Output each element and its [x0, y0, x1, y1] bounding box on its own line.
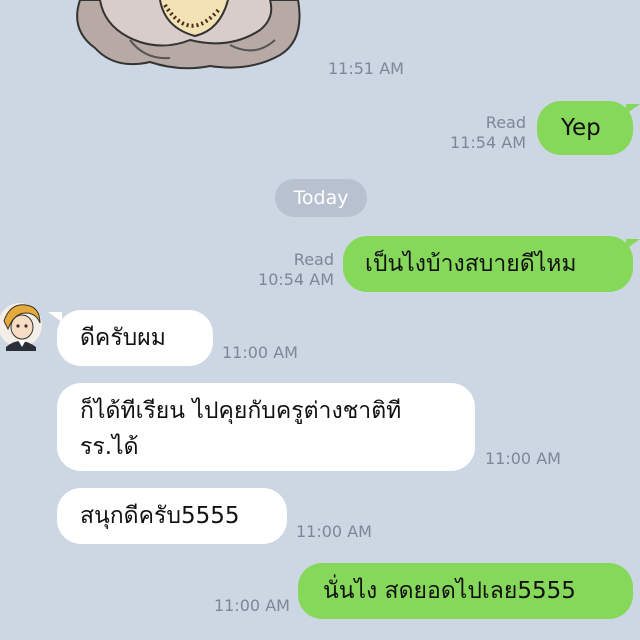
message-text: ดีครับผม: [80, 325, 166, 351]
avatar[interactable]: [0, 299, 44, 351]
message-timestamp: 11:00 AM: [222, 343, 298, 362]
date-separator: Today: [275, 179, 367, 217]
outgoing-message-bubble[interactable]: เป็นไงบ้างสบายดีไหม: [343, 236, 633, 292]
incoming-message-bubble[interactable]: ดีครับผม: [57, 310, 213, 366]
message-timestamp: 11:00 AM: [296, 522, 372, 541]
outgoing-message-bubble[interactable]: Yep: [537, 101, 633, 155]
message-timestamp: 11:00 AM: [485, 449, 561, 468]
message-text: ก็ได้ทีเรียน ไปคุยกับครูต่างชาติที: [80, 398, 402, 424]
message-timestamp: 11:54 AM: [450, 133, 526, 152]
outgoing-message-bubble[interactable]: นั่นไง สดยอดไปเลย5555: [298, 563, 633, 619]
flower-sticker-icon[interactable]: [70, 0, 310, 72]
bubble-tail: [626, 239, 640, 249]
message-text: Yep: [561, 115, 601, 141]
bubble-tail: [48, 312, 62, 322]
sticker-timestamp: 11:51 AM: [328, 59, 404, 78]
message-text: เป็นไงบ้างสบายดีไหม: [365, 251, 577, 277]
bubble-tail: [626, 104, 640, 114]
message-text: นั่นไง สดยอดไปเลย5555: [323, 578, 576, 604]
message-text: รร.ได้: [80, 434, 139, 460]
message-timestamp: 11:00 AM: [214, 596, 290, 615]
incoming-message-bubble[interactable]: ก็ได้ทีเรียน ไปคุยกับครูต่างชาติที รร.ได…: [57, 383, 475, 471]
message-text: สนุกดีครับ5555: [80, 503, 240, 529]
read-receipt: Read: [485, 113, 526, 132]
incoming-message-bubble[interactable]: สนุกดีครับ5555: [57, 488, 287, 544]
read-receipt: Read: [293, 250, 334, 269]
message-timestamp: 10:54 AM: [258, 270, 334, 289]
